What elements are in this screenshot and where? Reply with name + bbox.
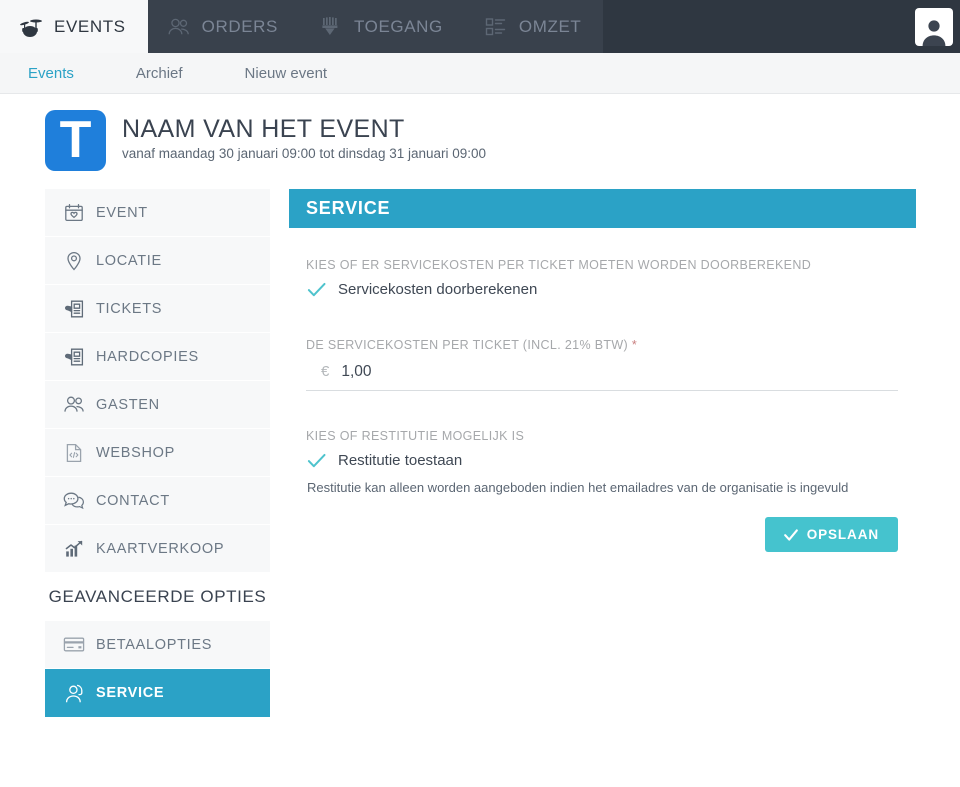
sidebar-item-label: EVENT — [96, 205, 148, 221]
event-logo: T — [45, 110, 106, 171]
event-meta: NAAM VAN HET EVENT vanaf maandag 30 janu… — [106, 110, 486, 161]
save-button-label: OPSLAAN — [807, 527, 879, 542]
subnav-item-nieuw-event[interactable]: Nieuw event — [245, 65, 328, 82]
event-logo-letter: T — [60, 114, 92, 166]
page-body: EVENT LOCATIE TICKETS — [0, 183, 960, 717]
sidebar-item-kaartverkoop[interactable]: KAARTVERKOOP — [45, 525, 270, 573]
nav-label: OMZET — [519, 17, 582, 37]
sidebar-item-locatie[interactable]: LOCATIE — [45, 237, 270, 285]
headset-icon — [63, 682, 85, 704]
amount-label-text: DE SERVICEKOSTEN PER TICKET (INCL. 21% B… — [306, 338, 628, 352]
nav-label: ORDERS — [202, 17, 278, 37]
chat-bubbles-icon — [63, 490, 85, 512]
sidebar-item-label: HARDCOPIES — [96, 349, 199, 365]
service-panel: SERVICE KIES OF ER SERVICEKOSTEN PER TIC… — [289, 189, 916, 552]
service-fee-checkbox[interactable]: Servicekosten doorberekenen — [306, 279, 898, 300]
refund-hint: Restitutie kan alleen worden aangeboden … — [306, 480, 898, 495]
required-marker: * — [632, 338, 637, 352]
wristband-icon — [318, 14, 344, 40]
sidebar-item-tickets[interactable]: TICKETS — [45, 285, 270, 333]
subnav-item-archief[interactable]: Archief — [136, 65, 183, 82]
sidebar-item-contact[interactable]: CONTACT — [45, 477, 270, 525]
sidebar-item-service[interactable]: SERVICE — [45, 669, 270, 717]
nav-item-omzet[interactable]: OMZET — [465, 0, 604, 53]
save-button[interactable]: OPSLAAN — [765, 517, 898, 552]
page-title: NAAM VAN HET EVENT — [122, 114, 486, 144]
top-bar: EVENTS ORDERS — [0, 0, 960, 53]
check-icon — [306, 279, 327, 300]
nav-item-events[interactable]: EVENTS — [0, 0, 148, 53]
map-pin-icon — [63, 250, 85, 272]
ticket-hand-icon — [63, 346, 85, 368]
user-avatar-icon — [919, 16, 949, 46]
sidebar-item-label: LOCATIE — [96, 253, 162, 269]
amount-input[interactable] — [341, 363, 541, 381]
check-icon — [784, 529, 798, 541]
people-icon — [63, 394, 85, 416]
user-menu-button[interactable] — [907, 0, 960, 53]
panel-title: SERVICE — [289, 189, 916, 228]
event-header: T NAAM VAN HET EVENT vanaf maandag 30 ja… — [0, 94, 960, 183]
event-dates: vanaf maandag 30 januari 09:00 tot dinsd… — [122, 146, 486, 161]
sidebar-item-label: WEBSHOP — [96, 445, 175, 461]
service-fee-checkbox-label: Servicekosten doorberekenen — [338, 281, 537, 298]
sidebar-item-label: GASTEN — [96, 397, 160, 413]
list-icon — [483, 14, 509, 40]
subnav-item-events[interactable]: Events — [28, 65, 74, 82]
nav-item-orders[interactable]: ORDERS — [148, 0, 300, 53]
drums-icon — [18, 14, 44, 40]
refund-checkbox[interactable]: Restitutie toestaan — [306, 450, 898, 471]
check-icon — [306, 450, 327, 471]
spacer — [306, 391, 898, 429]
credit-card-icon — [63, 634, 85, 656]
sidebar-item-label: CONTACT — [96, 493, 170, 509]
sidebar-item-label: TICKETS — [96, 301, 162, 317]
top-bar-spacer — [603, 0, 907, 53]
panel-actions: OPSLAAN — [306, 517, 898, 552]
sidebar: EVENT LOCATIE TICKETS — [45, 189, 270, 717]
currency-symbol: € — [321, 363, 329, 380]
sidebar-item-label: SERVICE — [96, 685, 164, 701]
spacer — [306, 300, 898, 338]
sidebar-item-betaalopties[interactable]: BETAALOPTIES — [45, 621, 270, 669]
sidebar-item-hardcopies[interactable]: HARDCOPIES — [45, 333, 270, 381]
calendar-heart-icon — [63, 202, 85, 224]
sub-navigation: Events Archief Nieuw event — [0, 53, 960, 94]
people-icon — [166, 14, 192, 40]
avatar — [915, 8, 953, 46]
service-fee-section-label: KIES OF ER SERVICEKOSTEN PER TICKET MOET… — [306, 258, 898, 272]
amount-field-label: DE SERVICEKOSTEN PER TICKET (INCL. 21% B… — [306, 338, 898, 352]
sidebar-item-label: BETAALOPTIES — [96, 637, 212, 653]
nav-item-toegang[interactable]: TOEGANG — [300, 0, 465, 53]
refund-section-label: KIES OF RESTITUTIE MOGELIJK IS — [306, 429, 898, 443]
nav-label: EVENTS — [54, 17, 126, 37]
code-file-icon — [63, 442, 85, 464]
bar-chart-icon — [63, 538, 85, 560]
top-navigation: EVENTS ORDERS — [0, 0, 603, 53]
refund-checkbox-label: Restitutie toestaan — [338, 452, 462, 469]
amount-field-row[interactable]: € — [306, 359, 898, 391]
sidebar-item-gasten[interactable]: GASTEN — [45, 381, 270, 429]
sidebar-section-title: GEAVANCEERDE OPTIES — [45, 573, 270, 621]
sidebar-item-label: KAARTVERKOOP — [96, 541, 224, 557]
nav-label: TOEGANG — [354, 17, 443, 37]
sidebar-item-webshop[interactable]: WEBSHOP — [45, 429, 270, 477]
sidebar-item-event[interactable]: EVENT — [45, 189, 270, 237]
ticket-hand-icon — [63, 298, 85, 320]
panel-body: KIES OF ER SERVICEKOSTEN PER TICKET MOET… — [289, 228, 916, 552]
